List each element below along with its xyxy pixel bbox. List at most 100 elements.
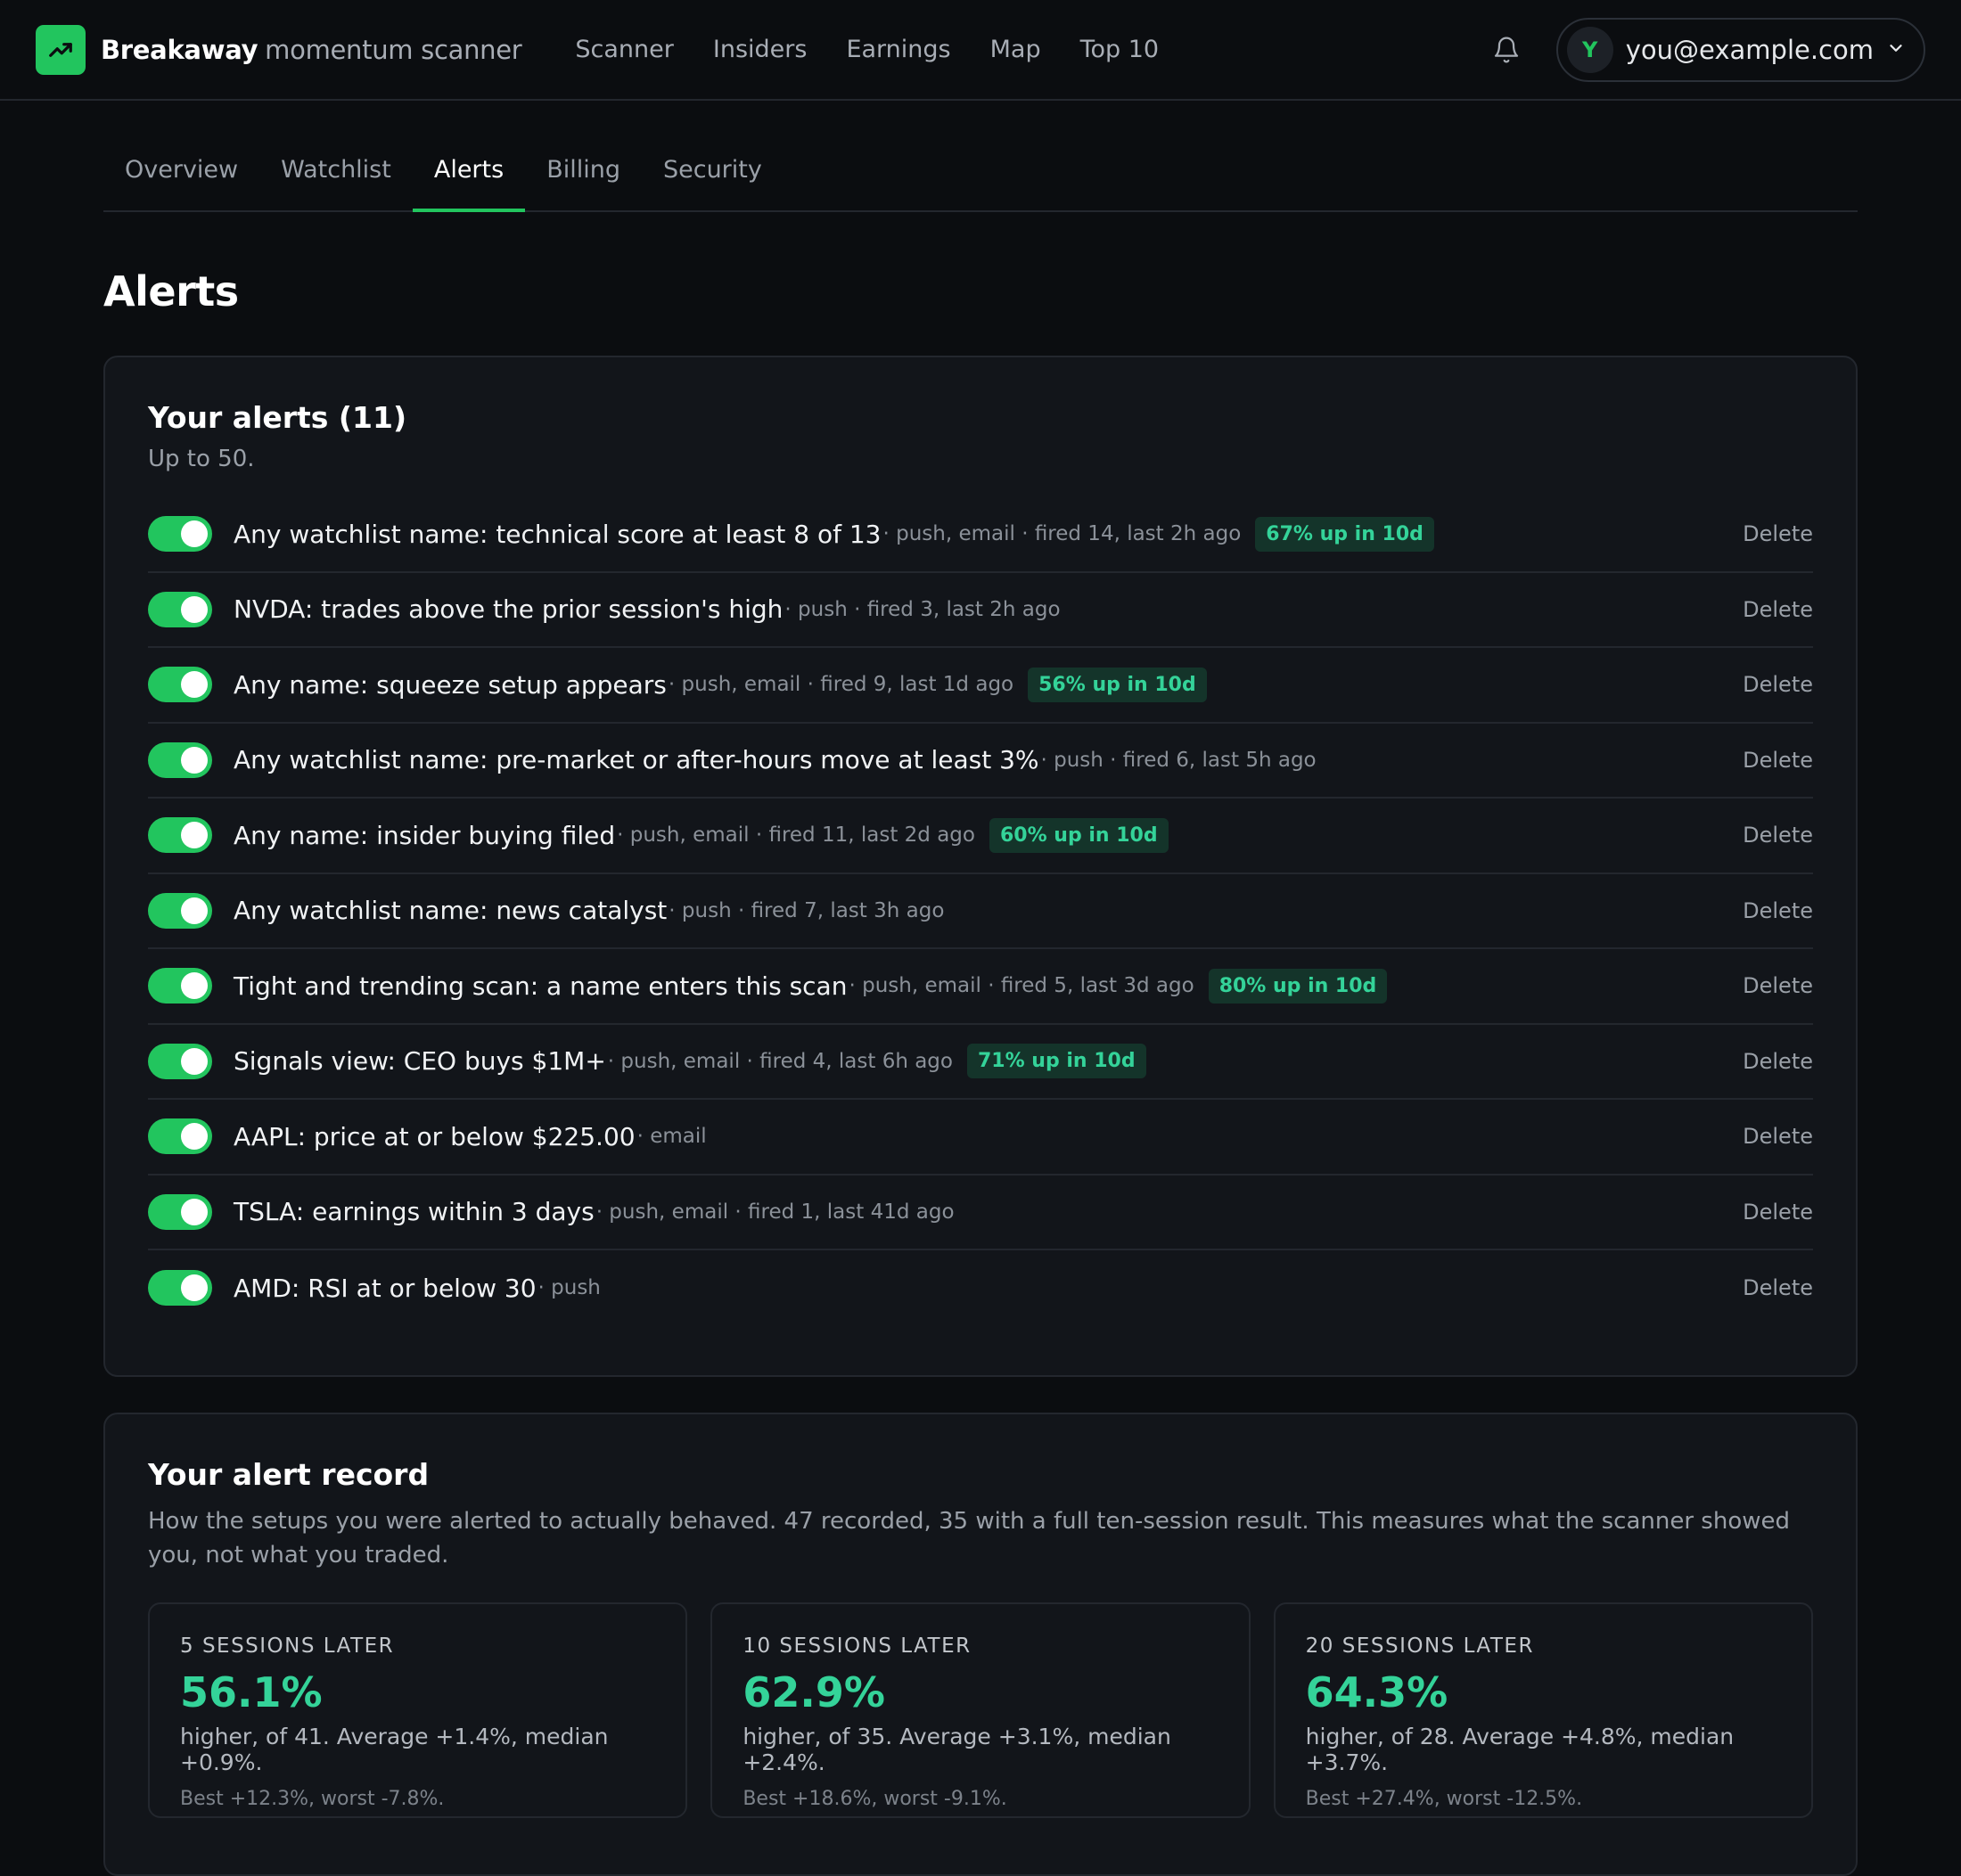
alert-condition: NVDA: trades above the prior session's h… bbox=[234, 594, 784, 625]
alert-enabled-toggle[interactable] bbox=[148, 1193, 212, 1230]
alert-condition: Any watchlist name: pre-market or after-… bbox=[234, 745, 1039, 775]
brand-subtitle: momentum scanner bbox=[265, 34, 522, 65]
alert-row: Any watchlist name: news catalyst · push … bbox=[148, 874, 1813, 949]
alert-condition: TSLA: earnings within 3 days bbox=[234, 1197, 595, 1227]
alert-condition: AAPL: price at or below $225.00 bbox=[234, 1121, 636, 1151]
success-rate-badge: 80% up in 10d bbox=[1208, 968, 1388, 1004]
alert-meta: · push · fired 3, last 2h ago bbox=[784, 597, 1061, 621]
stat-best-worst: Best +18.6%, worst -9.1%. bbox=[743, 1788, 1007, 1810]
delete-alert-button[interactable]: Delete bbox=[1743, 521, 1813, 546]
alert-meta: · push · fired 7, last 3h ago bbox=[669, 898, 945, 922]
alert-enabled-toggle[interactable] bbox=[148, 892, 212, 929]
stat-label: 10 SESSIONS LATER bbox=[743, 1634, 972, 1658]
chevron-down-icon bbox=[1886, 38, 1906, 61]
settings-tabs: Overview Watchlist Alerts Billing Securi… bbox=[103, 101, 1858, 212]
record-description: How the setups you were alerted to actua… bbox=[148, 1508, 1790, 1569]
toggle-knob bbox=[181, 1047, 208, 1075]
alert-meta: · push, email · fired 5, last 3d ago bbox=[849, 974, 1194, 998]
alert-condition: Any name: squeeze setup appears bbox=[234, 669, 667, 700]
alert-condition: Tight and trending scan: a name enters t… bbox=[234, 971, 848, 1001]
tab-overview[interactable]: Overview bbox=[103, 156, 259, 212]
alerts-subtitle: Up to 50. bbox=[148, 446, 255, 472]
alert-enabled-toggle[interactable] bbox=[148, 968, 212, 1004]
delete-alert-button[interactable]: Delete bbox=[1743, 973, 1813, 998]
stat-description: higher, of 28. Average +4.8%, median +3.… bbox=[1305, 1724, 1735, 1775]
alert-meta: · push, email · fired 4, last 6h ago bbox=[607, 1049, 953, 1073]
stat-label: 5 SESSIONS LATER bbox=[180, 1634, 395, 1658]
tab-watchlist[interactable]: Watchlist bbox=[259, 156, 413, 212]
stat-card-10-sessions: 10 SESSIONS LATER 62.9% higher, of 35. A… bbox=[710, 1602, 1251, 1818]
alert-row: AMD: RSI at or below 30 · push Delete bbox=[148, 1250, 1813, 1326]
alert-meta: · push, email · fired 11, last 2d ago bbox=[617, 823, 975, 848]
nav-insiders[interactable]: Insiders bbox=[713, 36, 808, 63]
alert-meta: · push · fired 6, last 5h ago bbox=[1040, 748, 1317, 772]
alert-row: Any watchlist name: pre-market or after-… bbox=[148, 724, 1813, 799]
account-email: you@example.com bbox=[1625, 34, 1874, 65]
delete-alert-button[interactable]: Delete bbox=[1743, 1275, 1813, 1300]
avatar: Y bbox=[1566, 26, 1613, 73]
nav-top-10[interactable]: Top 10 bbox=[1080, 36, 1160, 63]
main-nav: Scanner Insiders Earnings Map Top 10 bbox=[575, 36, 1159, 63]
alert-row: Any name: squeeze setup appears · push, e… bbox=[148, 648, 1813, 724]
bell-icon[interactable] bbox=[1489, 32, 1524, 68]
success-rate-badge: 67% up in 10d bbox=[1255, 516, 1434, 552]
toggle-knob bbox=[181, 972, 208, 1000]
alert-meta: · push, email · fired 1, last 41d ago bbox=[595, 1200, 955, 1224]
brand-name[interactable]: Breakaway momentum scanner bbox=[101, 34, 522, 65]
alert-meta: · push, email · fired 14, last 2h ago bbox=[882, 522, 1242, 546]
trending-up-logo-icon[interactable] bbox=[36, 24, 86, 75]
stat-best-worst: Best +27.4%, worst -12.5%. bbox=[1305, 1788, 1583, 1810]
alert-list: Any watchlist name: technical score at l… bbox=[148, 497, 1813, 1326]
record-stats: 5 SESSIONS LATER 56.1% higher, of 41. Av… bbox=[148, 1602, 1813, 1818]
success-rate-badge: 56% up in 10d bbox=[1028, 667, 1207, 702]
delete-alert-button[interactable]: Delete bbox=[1743, 898, 1813, 923]
alert-row: Any name: insider buying filed · push, em… bbox=[148, 799, 1813, 874]
toggle-knob bbox=[181, 746, 208, 774]
delete-alert-button[interactable]: Delete bbox=[1743, 1200, 1813, 1225]
alert-enabled-toggle[interactable] bbox=[148, 1118, 212, 1155]
nav-earnings[interactable]: Earnings bbox=[846, 36, 950, 63]
toggle-knob bbox=[181, 897, 208, 924]
toggle-knob bbox=[181, 1123, 208, 1151]
tab-security[interactable]: Security bbox=[642, 156, 784, 212]
account-menu[interactable]: Y you@example.com bbox=[1555, 17, 1925, 82]
alert-row: Signals view: CEO buys $1M+ · push, email… bbox=[148, 1025, 1813, 1100]
toggle-knob bbox=[181, 671, 208, 699]
tab-billing[interactable]: Billing bbox=[525, 156, 642, 212]
delete-alert-button[interactable]: Delete bbox=[1743, 597, 1813, 622]
alert-enabled-toggle[interactable] bbox=[148, 1270, 212, 1307]
alert-row: AAPL: price at or below $225.00 · email De… bbox=[148, 1100, 1813, 1176]
alerts-title: Your alerts (11) bbox=[148, 400, 407, 435]
delete-alert-button[interactable]: Delete bbox=[1743, 672, 1813, 697]
alert-row: NVDA: trades above the prior session's h… bbox=[148, 573, 1813, 648]
page-title: Alerts bbox=[103, 267, 239, 315]
top-navigation-bar: Breakaway momentum scanner Scanner Inside… bbox=[0, 0, 1961, 101]
alert-enabled-toggle[interactable] bbox=[148, 741, 212, 778]
alert-enabled-toggle[interactable] bbox=[148, 667, 212, 703]
delete-alert-button[interactable]: Delete bbox=[1743, 748, 1813, 773]
delete-alert-button[interactable]: Delete bbox=[1743, 1124, 1813, 1149]
alert-record-card: Your alert record How the setups you wer… bbox=[103, 1413, 1858, 1876]
alert-row: TSLA: earnings within 3 days · push, emai… bbox=[148, 1176, 1813, 1250]
delete-alert-button[interactable]: Delete bbox=[1743, 1049, 1813, 1074]
stat-value: 64.3% bbox=[1305, 1668, 1448, 1716]
alert-condition: Any watchlist name: news catalyst bbox=[234, 896, 668, 926]
alert-enabled-toggle[interactable] bbox=[148, 1043, 212, 1079]
alert-meta: · push bbox=[537, 1276, 601, 1300]
delete-alert-button[interactable]: Delete bbox=[1743, 823, 1813, 848]
stat-value: 62.9% bbox=[743, 1668, 885, 1716]
tab-alerts[interactable]: Alerts bbox=[412, 156, 526, 212]
stat-label: 20 SESSIONS LATER bbox=[1305, 1634, 1534, 1658]
nav-map[interactable]: Map bbox=[990, 36, 1041, 63]
alert-enabled-toggle[interactable] bbox=[148, 516, 212, 553]
alerts-card: Your alerts (11) Up to 50. Any watchlist… bbox=[103, 356, 1858, 1377]
toggle-knob bbox=[181, 1274, 208, 1302]
toggle-knob bbox=[181, 1198, 208, 1225]
success-rate-badge: 71% up in 10d bbox=[966, 1044, 1146, 1079]
stat-description: higher, of 35. Average +3.1%, median +2.… bbox=[743, 1724, 1171, 1775]
nav-scanner[interactable]: Scanner bbox=[575, 36, 673, 63]
toggle-knob bbox=[181, 822, 208, 849]
alert-meta: · email bbox=[636, 1125, 707, 1149]
alert-enabled-toggle[interactable] bbox=[148, 817, 212, 854]
alert-enabled-toggle[interactable] bbox=[148, 591, 212, 627]
